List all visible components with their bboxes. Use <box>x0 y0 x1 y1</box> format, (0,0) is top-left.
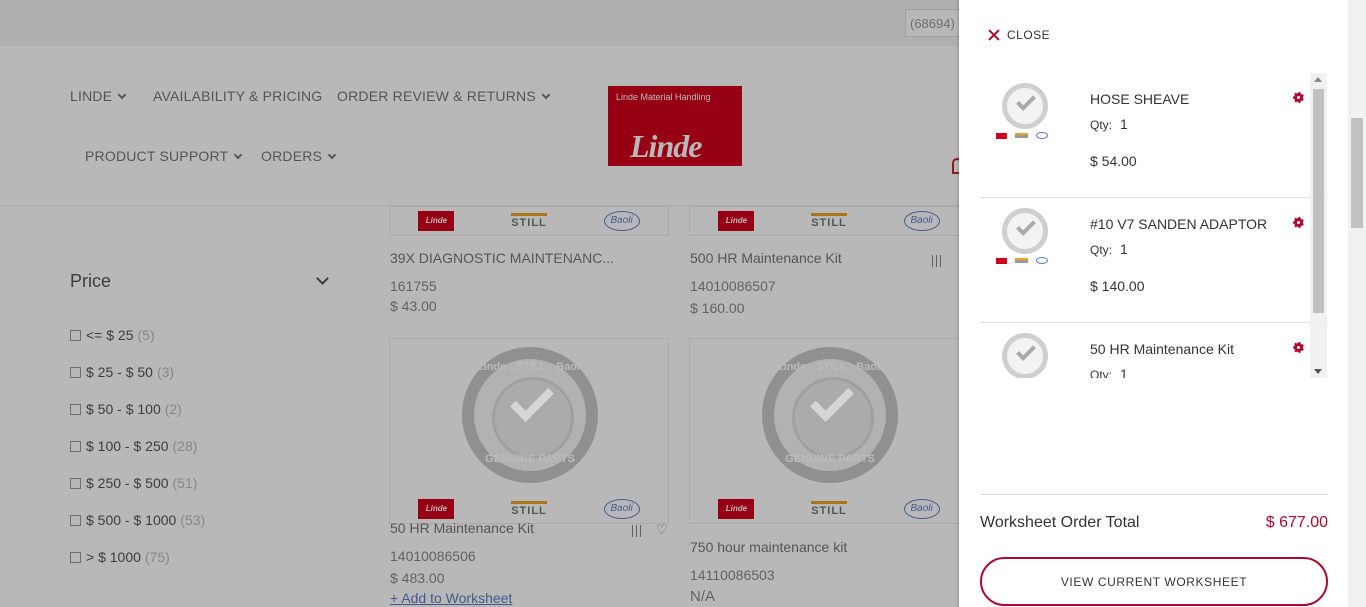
qty-value: 1 <box>1120 241 1128 257</box>
baoli-brand-logo <box>1036 132 1048 139</box>
order-total-row: Worksheet Order Total $ 677.00 <box>980 494 1328 532</box>
product-thumbnail <box>1002 333 1048 378</box>
gear-icon[interactable] <box>1293 217 1304 228</box>
item-name: 50 HR Maintenance Kit <box>1090 341 1234 357</box>
checkmark-icon <box>1016 216 1036 236</box>
order-total-label: Worksheet Order Total <box>980 514 1140 531</box>
linde-brand-logo <box>996 257 1007 264</box>
qty-value: 1 <box>1120 116 1128 132</box>
view-current-worksheet-button[interactable]: VIEW CURRENT WORKSHEET <box>980 557 1328 606</box>
close-button[interactable]: CLOSE <box>988 28 1050 42</box>
qty-value: 1 <box>1120 366 1128 378</box>
linde-brand-logo <box>996 132 1007 139</box>
worksheet-drawer: CLOSE HOSE SHEAVE Qty: 1 $ 54.00 #10 V7 S… <box>959 0 1348 607</box>
gear-icon[interactable] <box>1293 342 1304 353</box>
seal-bottom-text: GENUINE PARTS <box>485 453 575 465</box>
qty-label: Qty: <box>1090 243 1113 257</box>
seal-top-text: Linde · STILL · Baoli <box>476 361 584 373</box>
page-scrollbar[interactable] <box>1348 0 1366 607</box>
worksheet-item: #10 V7 SANDEN ADAPTOR Qty: 1 $ 140.00 <box>980 198 1328 323</box>
item-price: $ 140.00 <box>1090 278 1145 294</box>
worksheet-items-list[interactable]: HOSE SHEAVE Qty: 1 $ 54.00 #10 V7 SANDEN … <box>980 73 1328 378</box>
seal-top-text: Linde · STILL · Baoli <box>776 361 884 373</box>
item-quantity: Qty: 1 <box>1090 116 1128 132</box>
brand-logos <box>996 132 1048 139</box>
qty-label: Qty: <box>1090 368 1113 378</box>
item-name: #10 V7 SANDEN ADAPTOR <box>1090 216 1268 232</box>
checkmark-icon <box>1016 341 1036 361</box>
still-brand-logo <box>1015 258 1028 263</box>
still-brand-logo <box>1015 133 1028 138</box>
items-scrollbar[interactable] <box>1310 73 1327 378</box>
baoli-brand-logo <box>1036 257 1048 264</box>
page-scroll-thumb[interactable] <box>1351 118 1363 228</box>
checkmark-icon <box>1016 91 1036 111</box>
item-quantity: Qty: 1 <box>1090 241 1128 257</box>
item-name: HOSE SHEAVE <box>1090 91 1190 107</box>
close-label: CLOSE <box>1007 28 1051 42</box>
modal-backdrop[interactable] <box>0 0 959 607</box>
item-quantity: Qty: 1 <box>1090 366 1128 378</box>
scroll-thumb[interactable] <box>1313 89 1324 313</box>
brand-logos <box>996 257 1048 264</box>
qty-label: Qty: <box>1090 118 1113 132</box>
scroll-down-arrow-icon[interactable] <box>1314 369 1322 374</box>
close-icon <box>988 29 1000 41</box>
worksheet-item: HOSE SHEAVE Qty: 1 $ 54.00 <box>980 73 1328 198</box>
product-thumbnail <box>1002 83 1048 129</box>
item-price: $ 54.00 <box>1090 153 1137 169</box>
seal-bottom-text: GENUINE PARTS <box>785 453 875 465</box>
gear-icon[interactable] <box>1293 92 1304 103</box>
order-total-value: $ 677.00 <box>1265 514 1328 531</box>
scroll-up-arrow-icon[interactable] <box>1314 77 1322 82</box>
product-thumbnail <box>1002 208 1048 254</box>
worksheet-item: 50 HR Maintenance Kit Qty: 1 <box>980 323 1328 378</box>
